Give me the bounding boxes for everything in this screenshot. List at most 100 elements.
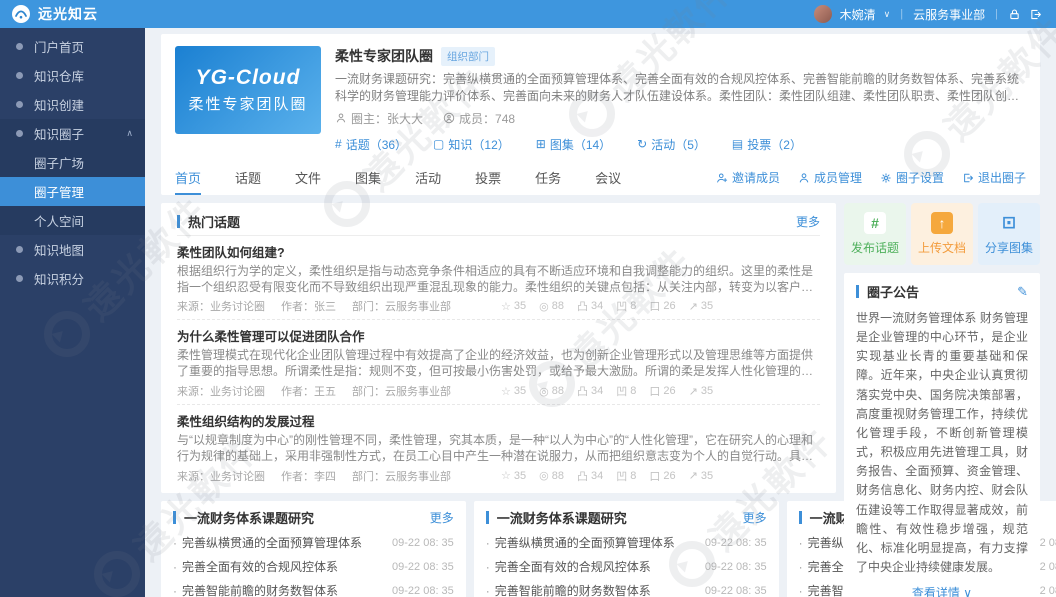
sidebar-item-知识地图[interactable]: 知识地图	[0, 235, 145, 264]
toolbar-button-圈子设置[interactable]: 圈子设置	[880, 169, 944, 186]
tab-话题[interactable]: 话题	[235, 161, 261, 195]
circle-stat-doc[interactable]: ▢知识（12）	[433, 136, 510, 153]
sidebar-item-圈子广场[interactable]: 圈子广场	[0, 148, 145, 177]
sidebar-menu: 门户首页 知识仓库 知识创建 知识圈子 ∧ 圈子广场 圈子管理	[0, 32, 145, 293]
hot-topics-more-link[interactable]: 更多	[796, 213, 820, 230]
gear-icon	[880, 172, 892, 184]
tab-图集[interactable]: 图集	[355, 161, 381, 195]
topic-stat-value: 26	[663, 385, 675, 397]
views-icon: ◎	[539, 469, 549, 482]
chevron-up-icon: ∧	[126, 128, 133, 139]
topic-stat-share[interactable]: ↗35	[689, 468, 713, 484]
topic-stat-value: 8	[630, 300, 636, 312]
topic-title[interactable]: 柔性团队如何组建?	[177, 242, 820, 261]
topic-author: 作者：王五	[281, 383, 336, 399]
sidebar-item-知识仓库[interactable]: 知识仓库	[0, 61, 145, 90]
topic-dept: 部门：云服务事业部	[352, 298, 451, 314]
toolbar-button-成员管理[interactable]: 成员管理	[798, 169, 862, 186]
topic-stat-dislike[interactable]: 凹8	[616, 383, 636, 399]
card-list-item[interactable]: · 完善智能前瞻的财务数智体系 09-22 08: 35	[486, 579, 767, 597]
sidebar-item-知识积分[interactable]: 知识积分	[0, 264, 145, 293]
sidebar-item-知识创建[interactable]: 知识创建	[0, 90, 145, 119]
topic-card-more-link[interactable]: 更多	[743, 509, 767, 526]
quick-action-上传文档[interactable]: ↑ 上传文档	[911, 203, 973, 265]
topic-stats: ☆35◎88凸34凹8口26↗35	[501, 383, 713, 399]
circle-stat-clock[interactable]: ↻活动（5）	[637, 136, 706, 153]
like-icon: 凸	[577, 468, 588, 484]
topic-stat-dislike[interactable]: 凹8	[616, 468, 636, 484]
views-icon: ◎	[539, 300, 549, 313]
card-list-item[interactable]: · 完善智能前瞻的财务数智体系 09-22 08: 35	[173, 579, 454, 597]
topic-stats: ☆35 ◎88 凸34 凹8 口26 ↗35	[501, 298, 713, 314]
circle-header-card: YG-Cloud 柔性专家团队圈 柔性专家团队圈 组织部门 一流财务课题研究：完…	[161, 34, 1040, 195]
card-item-text: 完善纵横贯通的全面预算管理体系	[182, 534, 386, 551]
toolbar-button-label: 成员管理	[814, 169, 862, 186]
card-list-item[interactable]: · 完善纵横贯通的全面预算管理体系 09-22 08: 35	[486, 531, 767, 555]
sidebar-item-圈子管理[interactable]: 圈子管理	[0, 177, 145, 206]
circle-stat-vote[interactable]: ▤投票（2）	[732, 136, 802, 153]
topic-stat-like[interactable]: 凸34	[577, 383, 603, 399]
circle-stat-grid[interactable]: ⊞图集（14）	[536, 136, 611, 153]
topic-stat-value: 88	[552, 300, 564, 312]
topic-stat-like[interactable]: 凸34	[577, 298, 603, 314]
sidebar-item-个人空间[interactable]: 个人空间	[0, 206, 145, 235]
upload-icon: ↑	[931, 212, 953, 234]
sidebar-item-门户首页[interactable]: 门户首页	[0, 32, 145, 61]
card-item-text: 完善智能前瞻的财务数智体系	[495, 582, 699, 597]
announcement-more-link[interactable]: 查看详情 ∨	[856, 584, 1028, 597]
sidebar-item-label: 圈子广场	[34, 153, 84, 172]
card-list-item[interactable]: · 完善纵横贯通的全面预算管理体系 09-22 08: 35	[173, 531, 454, 555]
topic-stat-dislike[interactable]: 凹8	[616, 298, 636, 314]
tab-文件[interactable]: 文件	[295, 161, 321, 195]
quick-action-发布话题[interactable]: # 发布话题	[844, 203, 906, 265]
edit-pencil-icon[interactable]: ✎	[1017, 284, 1028, 300]
topic-card: 一流财务体系课题研究 更多 · 完善纵横贯通的全面预算管理体系 09-22 08…	[161, 501, 466, 597]
topic-title[interactable]: 为什么柔性管理可以促进团队合作	[177, 326, 820, 345]
topic-card-title: 一流财务体系课题研究	[184, 508, 314, 527]
topic-card-more-link[interactable]: 更多	[430, 509, 454, 526]
card-item-time: 09-22 08: 35	[392, 561, 454, 573]
toolbar-button-退出圈子[interactable]: 退出圈子	[962, 169, 1026, 186]
tab-会议[interactable]: 会议	[595, 161, 621, 195]
topic-stat-star[interactable]: ☆35	[501, 468, 526, 484]
topic-stat-value: 8	[630, 470, 636, 482]
logout-icon[interactable]	[1029, 8, 1042, 21]
card-item-time: 09-22 08: 35	[705, 585, 767, 597]
dislike-icon: 凹	[616, 298, 627, 314]
tab-活动[interactable]: 活动	[415, 161, 441, 195]
topic-stat-comment[interactable]: 口26	[649, 298, 675, 314]
quick-action-分享图集[interactable]: ⊡ 分享图集	[978, 203, 1040, 265]
circle-stat-hash[interactable]: #话题（36）	[335, 136, 407, 153]
topic-stat-share[interactable]: ↗35	[689, 383, 713, 399]
dislike-icon: 凹	[616, 468, 627, 484]
topic-stat-comment[interactable]: 口26	[649, 468, 675, 484]
card-list-item[interactable]: · 完善全面有效的合规风控体系 09-22 08: 35	[486, 555, 767, 579]
person-icon	[798, 172, 810, 184]
comment-icon: 口	[649, 468, 660, 484]
circle-members: 成员：748	[443, 110, 515, 127]
topic-dept: 部门：云服务事业部	[352, 383, 451, 399]
sidebar-item-知识圈子[interactable]: 知识圈子 ∧	[0, 119, 145, 148]
toolbar-button-邀请成员[interactable]: 邀请成员	[716, 169, 780, 186]
dot-icon: ·	[799, 536, 803, 550]
topic-stat-star[interactable]: ☆35	[501, 298, 526, 314]
topic-stat-views: ◎88	[539, 468, 564, 484]
card-item-time: 09-22 08: 35	[705, 561, 767, 573]
dislike-icon: 凹	[616, 383, 627, 399]
lock-icon[interactable]	[1008, 8, 1021, 21]
user-avatar[interactable]	[814, 5, 832, 23]
topic-stat-share[interactable]: ↗35	[689, 298, 713, 314]
tab-首页[interactable]: 首页	[175, 161, 201, 195]
divider: |	[898, 8, 905, 20]
tab-投票[interactable]: 投票	[475, 161, 501, 195]
user-name[interactable]: 木婉清	[840, 6, 876, 23]
chevron-down-icon[interactable]: ∨	[884, 9, 891, 20]
tab-任务[interactable]: 任务	[535, 161, 561, 195]
topic-stat-like[interactable]: 凸34	[577, 468, 603, 484]
card-list-item[interactable]: · 完善全面有效的合规风控体系 09-22 08: 35	[173, 555, 454, 579]
topic-title[interactable]: 柔性组织结构的发展过程	[177, 411, 820, 430]
topic-stat-value: 88	[552, 470, 564, 482]
topic-stat-star[interactable]: ☆35	[501, 383, 526, 399]
topic-stat-value: 35	[514, 470, 526, 482]
topic-stat-comment[interactable]: 口26	[649, 383, 675, 399]
